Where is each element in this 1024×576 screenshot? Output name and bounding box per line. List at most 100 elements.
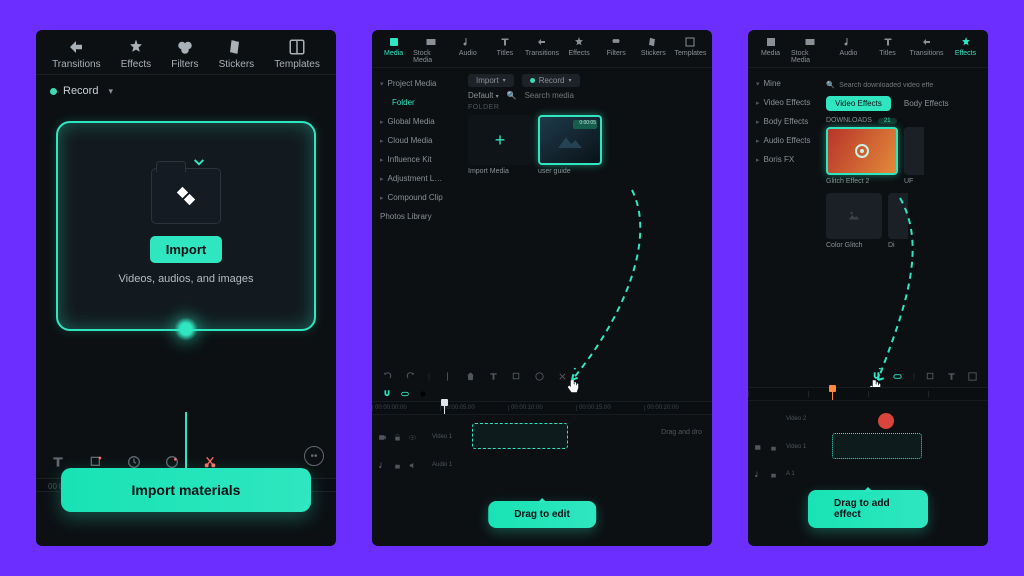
video-icon — [378, 433, 387, 442]
sidebar-item-photos-library[interactable]: Photos Library — [372, 207, 462, 226]
playhead[interactable] — [832, 388, 833, 400]
sidebar-item-cloud-media[interactable]: ▸Cloud Media — [372, 131, 462, 150]
tab-audio[interactable]: Audio — [450, 36, 485, 64]
effect-drop-zone[interactable] — [832, 433, 922, 459]
lock-icon[interactable] — [769, 443, 778, 452]
tab-titles[interactable]: Titles — [487, 36, 522, 64]
redo-icon[interactable] — [405, 371, 416, 382]
filter-body-effects[interactable]: Body Effects — [895, 96, 958, 111]
lock-icon[interactable] — [393, 461, 402, 470]
cta-import-materials: Import materials — [61, 468, 311, 512]
clip-thumbnail-user-guide[interactable]: 0:00:05 — [538, 115, 602, 165]
panel-drag-to-edit: Media Stock Media Audio Titles Transitio… — [372, 30, 712, 546]
crop-icon[interactable] — [511, 371, 522, 382]
effect-thumbnail[interactable] — [888, 193, 908, 239]
filter-video-effects[interactable]: Video Effects — [826, 96, 891, 111]
tab-filters[interactable]: Filters — [599, 36, 634, 64]
effects-browser: 🔍 Video Effects Body Effects DOWNLOADS 2… — [820, 68, 988, 278]
sidebar-item-influence-kit[interactable]: ▸Influence Kit — [372, 150, 462, 169]
clip-drop-zone[interactable] — [472, 423, 568, 449]
video-track-2[interactable]: Video 2 — [748, 409, 988, 429]
sidebar-item-boris-fx[interactable]: ▸Boris FX — [748, 150, 820, 169]
panel-import-materials: Transitions Effects Filters Stickers Tem… — [36, 30, 336, 546]
tab-templates[interactable]: Templates — [274, 38, 320, 70]
search-input[interactable] — [839, 82, 959, 89]
video-track-1[interactable]: Video 1 — [748, 433, 988, 461]
tab-stock-media[interactable]: Stock Media — [791, 36, 828, 64]
card-caption: Import Media — [468, 168, 532, 175]
more-icon[interactable] — [967, 371, 978, 382]
cta-drag-to-edit: Drag to edit — [488, 501, 596, 528]
sidebar-item-body-effects[interactable]: ▸Body Effects — [748, 112, 820, 131]
tab-titles[interactable]: Titles — [869, 36, 906, 64]
import-dropdown[interactable]: Import▾ — [468, 74, 514, 87]
link-icon[interactable] — [400, 389, 410, 399]
tab-stock-media[interactable]: Stock Media — [413, 36, 448, 64]
effect-clip[interactable] — [878, 413, 894, 429]
timeline: | 00:00:00:0000:00:05:0000:00:10:0000:00… — [372, 366, 712, 546]
sort-dropdown[interactable]: Default ▾ — [468, 91, 499, 100]
sidebar-item-compound-clip[interactable]: ▸Compound Clip — [372, 188, 462, 207]
effect-thumbnail-glitch[interactable] — [826, 127, 898, 175]
tab-media[interactable]: Media — [376, 36, 411, 64]
speed-icon[interactable] — [534, 371, 545, 382]
sidebar-item-mine[interactable]: ▾Mine — [748, 74, 820, 93]
magnet-icon[interactable] — [382, 389, 392, 399]
mute-icon[interactable] — [408, 461, 417, 470]
link-icon[interactable] — [892, 371, 903, 382]
tab-effects[interactable]: Effects — [562, 36, 597, 64]
marker-icon[interactable] — [418, 389, 428, 399]
lock-icon[interactable] — [769, 470, 778, 479]
sidebar-item-global-media[interactable]: ▸Global Media — [372, 112, 462, 131]
import-button[interactable]: Import — [150, 236, 222, 263]
ai-assistant-icon[interactable]: •• — [304, 446, 324, 466]
text-icon[interactable] — [488, 371, 499, 382]
search-icon: 🔍 — [507, 91, 517, 100]
split-icon[interactable] — [442, 371, 453, 382]
delete-icon[interactable] — [465, 371, 476, 382]
sidebar-item-video-effects[interactable]: ▸Video Effects — [748, 93, 820, 112]
crop-icon[interactable] — [925, 371, 936, 382]
video-track-1[interactable]: Video 1 Drag and dro — [372, 423, 712, 451]
lock-icon[interactable] — [393, 433, 402, 442]
search-input[interactable] — [525, 91, 605, 100]
audio-track-1[interactable]: A 1 — [748, 465, 988, 483]
tab-templates[interactable]: Templates — [673, 36, 708, 64]
timeline-ruler[interactable]: 00:00:00:0000:00:05:0000:00:10:0000:00:1… — [372, 401, 712, 415]
record-dropdown[interactable]: Record▾ — [522, 74, 580, 87]
tab-stickers[interactable]: Stickers — [219, 38, 255, 70]
tab-effects[interactable]: Effects — [121, 38, 151, 70]
sidebar-item-folder[interactable]: Folder — [372, 93, 462, 112]
search-icon: 🔍 — [826, 82, 835, 89]
sidebar-item-project-media[interactable]: ▾Project Media — [372, 74, 462, 93]
timeline-ruler[interactable] — [748, 387, 988, 401]
undo-icon[interactable] — [382, 371, 393, 382]
sidebar-item-adjustment-layer[interactable]: ▸Adjustment L… — [372, 169, 462, 188]
sidebar-item-audio-effects[interactable]: ▸Audio Effects — [748, 131, 820, 150]
tab-media[interactable]: Media — [752, 36, 789, 64]
effect-thumbnail[interactable] — [904, 127, 924, 175]
tab-audio[interactable]: Audio — [830, 36, 867, 64]
source-sidebar: ▾Project Media Folder ▸Global Media ▸Clo… — [372, 68, 462, 268]
add-effect-icon — [855, 144, 869, 158]
import-media-card[interactable]: + — [468, 115, 532, 165]
tab-stickers[interactable]: Stickers — [636, 36, 671, 64]
timeline: | Video 2 Video 1 A 1 — [748, 366, 988, 546]
top-tabs: Media Stock Media Audio Titles Transitio… — [372, 30, 712, 68]
track-label: A 1 — [786, 471, 814, 477]
more-icon[interactable] — [557, 371, 568, 382]
text-tool-icon[interactable] — [50, 454, 66, 470]
record-dropdown[interactable]: Record — [36, 75, 336, 107]
tab-filters[interactable]: Filters — [171, 38, 198, 70]
text-icon[interactable] — [946, 371, 957, 382]
import-drop-zone[interactable]: Import Videos, audios, and images — [56, 121, 316, 331]
playhead[interactable] — [444, 402, 445, 414]
tab-effects[interactable]: Effects — [947, 36, 984, 64]
effect-thumbnail-color-glitch[interactable] — [826, 193, 882, 239]
eye-icon[interactable] — [408, 433, 417, 442]
audio-track-1[interactable]: Audio 1 — [372, 455, 712, 475]
tab-transitions[interactable]: Transitions — [908, 36, 945, 64]
tab-transitions[interactable]: Transitions — [52, 38, 101, 70]
magnet-icon[interactable] — [871, 371, 882, 382]
tab-transitions[interactable]: Transitions — [524, 36, 559, 64]
